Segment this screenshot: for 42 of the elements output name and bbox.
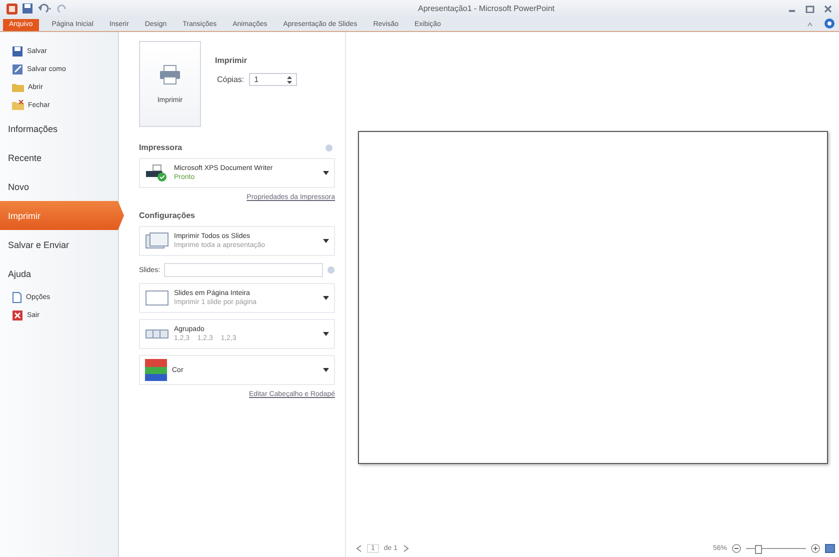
stacked-pages-icon	[145, 328, 169, 340]
close-icon[interactable]	[823, 4, 833, 12]
caret-icon	[323, 368, 329, 372]
zoom-slider-thumb[interactable]	[755, 544, 762, 554]
printer-icon	[145, 164, 169, 182]
floppy-disk-icon	[12, 64, 23, 74]
menu-item[interactable]: Salvar e Enviar	[0, 230, 118, 259]
caret-icon	[323, 239, 329, 243]
caret-icon	[323, 171, 329, 175]
undo-icon[interactable]	[37, 3, 53, 14]
next-page-icon[interactable]	[402, 544, 409, 552]
printer-icon	[159, 64, 181, 84]
save-icon[interactable]	[22, 3, 33, 14]
section-heading: Imprimir	[215, 56, 248, 65]
copies-label: Cópias:	[217, 75, 244, 84]
copies-spinner[interactable]: 1	[249, 73, 298, 86]
section-heading: Configurações	[139, 211, 196, 220]
section-heading: Impressora	[139, 143, 182, 152]
exit-icon	[12, 310, 23, 320]
folder-icon	[12, 82, 24, 92]
powerpoint-logo-icon[interactable]	[6, 2, 18, 14]
fit-page-icon[interactable]	[825, 544, 835, 552]
page-icon	[145, 289, 169, 307]
previous-page-icon[interactable]	[356, 544, 362, 552]
spinner-arrows-icon	[287, 74, 292, 84]
zoom-out-icon[interactable]	[732, 544, 741, 552]
help-icon[interactable]	[824, 18, 835, 29]
menu-item[interactable]: Recente	[0, 143, 118, 172]
slides-icon	[145, 232, 169, 250]
zoom-in-icon[interactable]	[811, 544, 820, 552]
menu-item[interactable]: Novo	[0, 172, 118, 201]
color-swatch-icon	[145, 359, 167, 381]
menu-item[interactable]: Ajuda	[0, 259, 118, 288]
caret-icon	[323, 332, 329, 336]
menu-item[interactable]: Informações	[0, 114, 118, 143]
slides-input-field[interactable]	[164, 263, 323, 277]
document-icon	[12, 292, 22, 302]
caret-icon[interactable]	[806, 21, 814, 29]
folder-icon	[12, 100, 24, 110]
window-title: Apresentação1 - Microsoft PowerPoint	[418, 4, 555, 13]
caret-icon	[323, 296, 329, 300]
maximize-icon[interactable]	[805, 4, 815, 12]
